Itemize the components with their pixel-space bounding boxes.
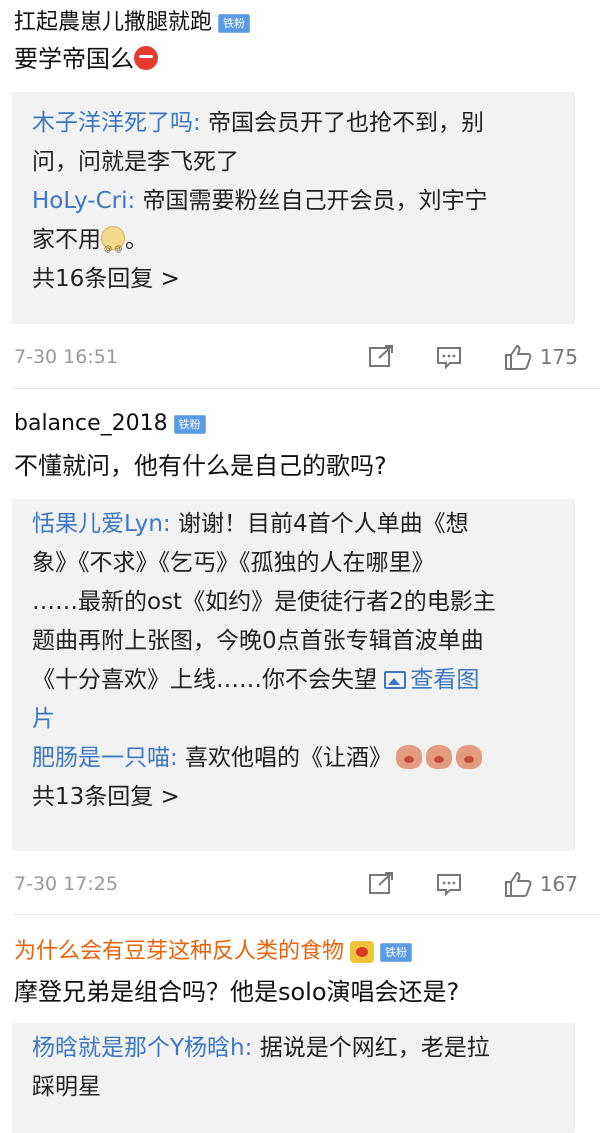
view-image-link[interactable]: 查看图 — [384, 667, 479, 693]
comment-header: balance_2018 铁粉 — [14, 409, 206, 439]
image-icon — [384, 671, 407, 689]
pig-emoji-icon — [396, 745, 423, 769]
fan-badge: 铁粉 — [218, 13, 251, 33]
comment-item: 扛起農崽儿撒腿就跑 铁粉 要学帝国么 木子洋洋死了吗: 帝国会员开了也抢不到，别… — [0, 0, 600, 389]
comment-text: 不懂就问，他有什么是自己的歌吗? — [14, 452, 387, 480]
comment-button[interactable] — [436, 345, 462, 369]
like-count: 175 — [539, 345, 578, 369]
reply-item: 杨晗就是那个Y杨晗h: 据说是个网红，老是拉 踩明星 — [32, 1035, 490, 1100]
reply-username[interactable]: 木子洋洋死了吗: — [32, 110, 201, 136]
more-replies-link[interactable]: 共16条回复 > — [12, 260, 575, 299]
reply-item: 肥肠是一只喵: 喜欢他唱的《让酒》 — [12, 739, 575, 778]
username[interactable]: 扛起農崽儿撒腿就跑 — [14, 8, 212, 38]
comment-item: 为什么会有豆芽这种反人类的食物 铁粉 摩登兄弟是组合吗？他是solo演唱会还是?… — [0, 915, 600, 1133]
username[interactable]: 为什么会有豆芽这种反人类的食物 — [14, 937, 344, 967]
reply-username[interactable]: 肥肠是一只喵: — [32, 745, 178, 771]
username[interactable]: balance_2018 — [14, 409, 168, 439]
like-button[interactable]: 175 — [504, 344, 578, 370]
comment-icon — [436, 874, 461, 896]
angry-face-emoji-icon — [134, 46, 158, 70]
reply-username[interactable]: 杨晗就是那个Y杨晗h: — [32, 1035, 252, 1061]
thumbs-up-icon — [504, 871, 532, 897]
reply-box[interactable]: 恬果儿爱Lyn: 谢谢！目前4首个人单曲《想 象》《不求》《乞丐》《孤独的人在哪… — [12, 499, 575, 851]
share-icon — [368, 345, 393, 367]
dizzy-face-emoji-icon — [101, 226, 125, 268]
timestamp: 7-30 17:25 — [14, 873, 118, 895]
comment-icon — [436, 347, 461, 369]
comment-header: 扛起農崽儿撒腿就跑 铁粉 — [14, 8, 251, 38]
comment-button[interactable] — [436, 872, 462, 896]
reply-box[interactable]: 木子洋洋死了吗: 帝国会员开了也抢不到，别 问，问就是李飞死了 HoLy-Cri… — [12, 92, 575, 324]
like-count: 167 — [539, 872, 578, 896]
reply-item: 恬果儿爱Lyn: 谢谢！目前4首个人单曲《想 象》《不求》《乞丐》《孤独的人在哪… — [32, 511, 496, 732]
comment-footer: 7-30 17:25 167 — [14, 867, 578, 901]
pig-emoji-icon — [456, 745, 483, 769]
fan-badge: 铁粉 — [173, 414, 206, 434]
fan-badge: 铁粉 — [380, 942, 413, 962]
more-replies-link[interactable]: 共13条回复 > — [12, 778, 575, 817]
reply-item: HoLy-Cri: 帝国需要粉丝自己开会员，刘宇宁 家不用。 — [12, 182, 575, 268]
comment-item: balance_2018 铁粉 不懂就问，他有什么是自己的歌吗? 恬果儿爱Lyn… — [0, 389, 600, 915]
reply-username[interactable]: 恬果儿爱Lyn: — [32, 511, 171, 537]
repost-button[interactable] — [368, 872, 394, 896]
timestamp: 7-30 16:51 — [14, 346, 118, 368]
comment-text: 要学帝国么 — [14, 42, 158, 76]
pig-emoji-icon — [426, 745, 453, 769]
reply-item: 木子洋洋死了吗: 帝国会员开了也抢不到，别 问，问就是李飞死了 — [32, 110, 485, 175]
like-button[interactable]: 167 — [504, 871, 578, 897]
comment-footer: 7-30 16:51 175 — [14, 340, 578, 374]
share-icon — [368, 872, 393, 894]
vip-crown-icon — [350, 941, 375, 963]
comment-header: 为什么会有豆芽这种反人类的食物 铁粉 — [14, 937, 413, 967]
repost-button[interactable] — [368, 345, 394, 369]
thumbs-up-icon — [504, 344, 532, 370]
reply-box[interactable]: 杨晗就是那个Y杨晗h: 据说是个网红，老是拉 踩明星 — [12, 1023, 575, 1133]
reply-username[interactable]: HoLy-Cri: — [32, 188, 135, 214]
comment-text: 摩登兄弟是组合吗？他是solo演唱会还是? — [14, 978, 460, 1006]
